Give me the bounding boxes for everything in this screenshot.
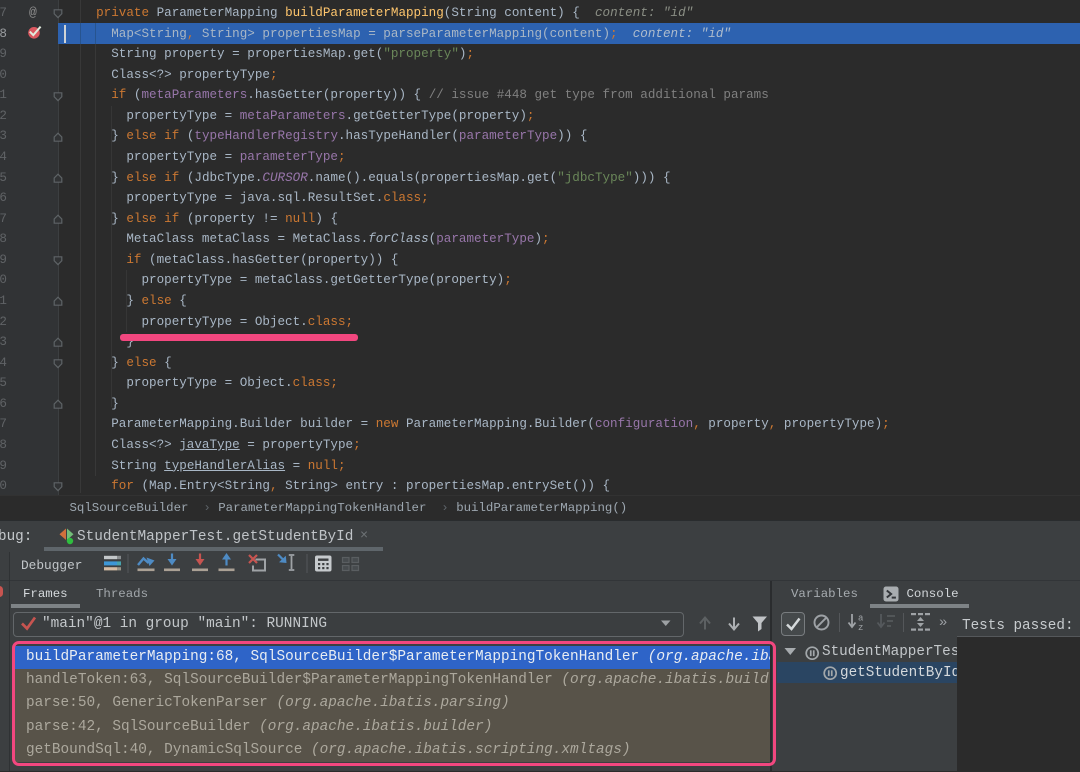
svg-text:a: a: [858, 614, 864, 624]
svg-text:z: z: [858, 623, 863, 633]
